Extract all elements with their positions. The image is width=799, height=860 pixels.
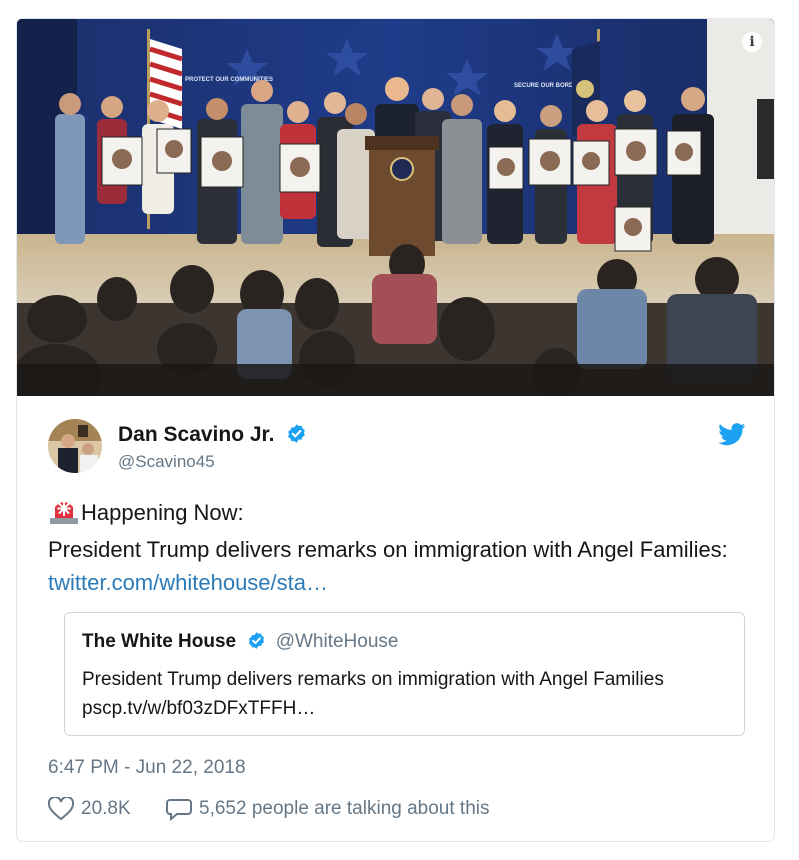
tweet-link[interactable]: twitter.com/whitehouse/sta… bbox=[48, 570, 328, 595]
tweet-header: Dan Scavino Jr. @Scavino45 bbox=[48, 419, 748, 479]
avatar[interactable] bbox=[48, 419, 102, 473]
tweet-card: PROTECT OUR COMMUNITIES SECURE OUR BORDE… bbox=[16, 18, 775, 842]
verified-badge-icon bbox=[286, 423, 307, 450]
talking-link[interactable]: 5,652 people are talking about this bbox=[166, 797, 490, 821]
tweet-text-line1: Happening Now: bbox=[48, 496, 748, 533]
siren-icon bbox=[48, 496, 80, 533]
tweet-body-text: President Trump delivers remarks on immi… bbox=[48, 537, 728, 562]
info-icon[interactable]: i bbox=[742, 32, 762, 52]
author-display-name[interactable]: Dan Scavino Jr. bbox=[118, 423, 274, 446]
tweet-timestamp[interactable]: 6:47 PM - Jun 22, 2018 bbox=[48, 757, 246, 779]
avatar-image bbox=[48, 419, 102, 473]
tweet-text: Happening Now: President Trump delivers … bbox=[48, 496, 748, 599]
verified-badge-icon bbox=[247, 631, 266, 656]
comment-bubble-icon bbox=[166, 799, 192, 821]
like-button[interactable]: 20.8K bbox=[48, 797, 131, 821]
quoted-author-name[interactable]: The White House bbox=[82, 631, 236, 652]
quoted-tweet[interactable]: The White House @WhiteHouse President Tr… bbox=[64, 612, 745, 736]
quoted-tweet-body: President Trump delivers remarks on immi… bbox=[82, 669, 664, 690]
author-display-name-row[interactable]: Dan Scavino Jr. bbox=[118, 423, 307, 450]
author-handle[interactable]: @Scavino45 bbox=[118, 452, 215, 472]
quoted-author-handle[interactable]: @WhiteHouse bbox=[276, 631, 399, 652]
twitter-bird-icon[interactable] bbox=[718, 423, 746, 451]
quoted-tweet-header: The White House @WhiteHouse bbox=[82, 631, 398, 656]
quoted-tweet-text: President Trump delivers remarks on immi… bbox=[82, 665, 742, 723]
tweet-text-happening: Happening Now: bbox=[81, 500, 244, 525]
tweet-photo[interactable]: PROTECT OUR COMMUNITIES SECURE OUR BORDE… bbox=[17, 19, 774, 396]
like-count: 20.8K bbox=[81, 798, 131, 819]
tweet-text-body: President Trump delivers remarks on immi… bbox=[48, 533, 748, 599]
heart-icon bbox=[48, 797, 74, 821]
talking-count: 5,652 people are talking about this bbox=[199, 798, 490, 819]
quoted-tweet-link[interactable]: pscp.tv/w/bf03zDFxTFFH… bbox=[82, 694, 742, 723]
event-photo-illustration: PROTECT OUR COMMUNITIES SECURE OUR BORDE… bbox=[17, 19, 774, 396]
